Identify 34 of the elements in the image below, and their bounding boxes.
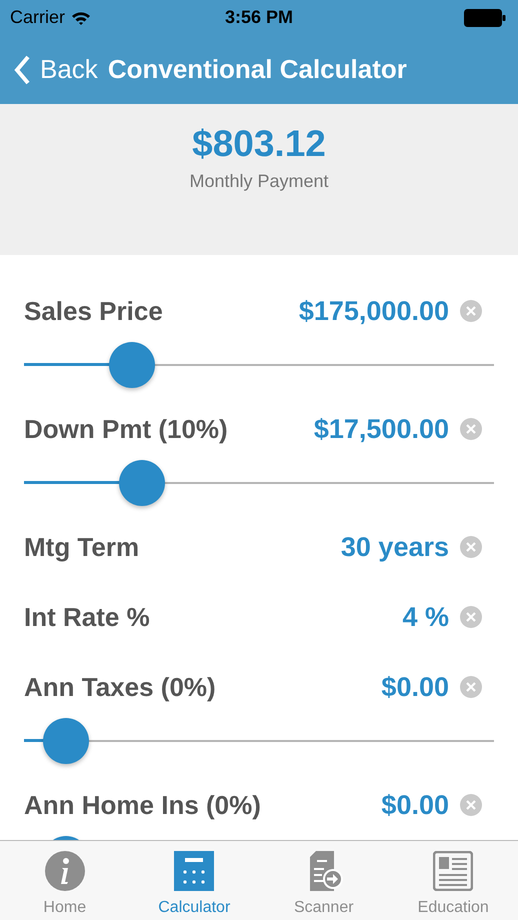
slider-thumb[interactable] — [43, 718, 90, 764]
slider[interactable] — [24, 341, 494, 389]
tab-item[interactable]: Scanner — [259, 841, 388, 920]
field-label: Int Rate % — [24, 602, 150, 632]
field-label: Sales Price — [24, 296, 163, 326]
field-label: Mtg Term — [24, 532, 140, 562]
field-value[interactable]: 30 years — [340, 532, 449, 562]
newspaper-icon — [433, 851, 474, 891]
status-time: 3:56 PM — [224, 7, 294, 28]
tab-item[interactable]: Education — [388, 841, 518, 920]
back-button[interactable]: Back — [14, 54, 98, 85]
tab-item[interactable]: Home — [0, 841, 130, 920]
slider[interactable] — [24, 459, 494, 507]
tab-item[interactable]: Calculator — [130, 841, 259, 920]
field-label: Ann Taxes (0%) — [24, 672, 216, 702]
slider[interactable] — [24, 717, 494, 765]
field-label: Ann Home Ins (0%) — [24, 790, 261, 820]
payment-label: Monthly Payment — [189, 171, 329, 192]
field-value[interactable]: $0.00 — [381, 790, 449, 820]
calculator-icon — [174, 851, 214, 891]
screen-title: Conventional Calculator — [108, 54, 407, 85]
slider-thumb[interactable] — [118, 460, 164, 506]
back-chevron-icon[interactable] — [14, 54, 30, 84]
field-value[interactable]: $175,000.00 — [298, 296, 449, 326]
payment-amount: $803.12 — [192, 123, 326, 165]
field-value[interactable]: $17,500.00 — [314, 414, 449, 444]
battery-icon — [464, 8, 506, 26]
wifi-icon — [71, 10, 92, 24]
carrier-name: Carrier — [10, 7, 66, 28]
field-label: Down Pmt (10%) — [24, 414, 228, 444]
field-value[interactable]: 4 % — [402, 602, 449, 632]
slider-thumb[interactable] — [109, 342, 156, 388]
field-value[interactable]: $0.00 — [381, 672, 449, 702]
info-icon — [44, 851, 85, 891]
